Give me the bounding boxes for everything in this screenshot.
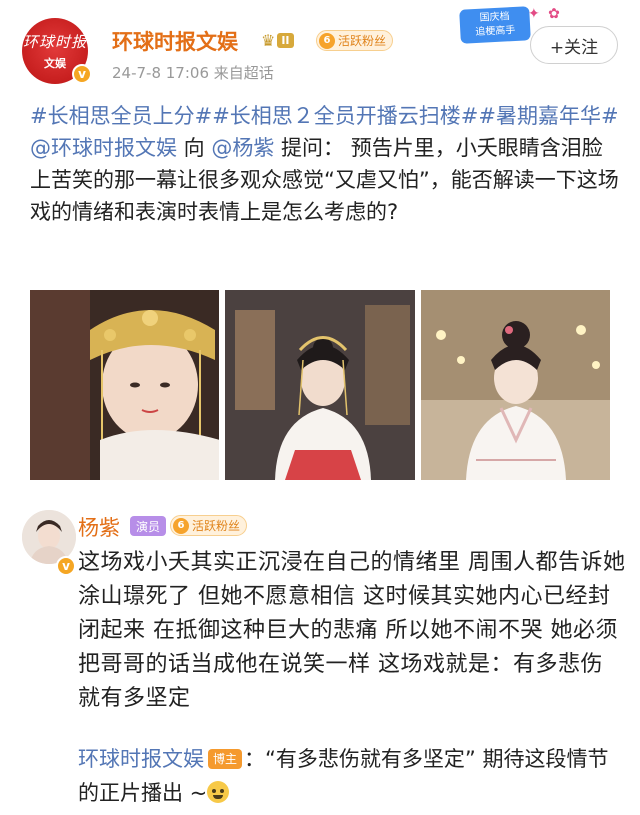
avatar-logo-text: 环球时报 <box>22 33 87 51</box>
author-name[interactable]: 环球时报文娱 <box>112 26 238 56</box>
crown-icon: ♛ <box>261 30 276 50</box>
emoji-icon <box>207 781 230 803</box>
fan-badge-label: 活跃粉丝 <box>192 519 241 533</box>
fan-badge[interactable]: 6 活跃粉丝 <box>316 30 394 51</box>
reply-author-name[interactable]: 杨紫 <box>78 512 120 542</box>
topic-tag[interactable]: #长相思２全员开播云扫楼# <box>212 104 478 128</box>
holiday-sticker[interactable]: 国庆档 追梗高手 <box>459 6 531 44</box>
mention-author[interactable]: @环球时报文娱 <box>30 136 177 160</box>
post-timestamp: 24-7-8 17:06 <box>112 64 209 82</box>
blogger-badge: 博主 <box>208 749 243 769</box>
post-header: 环球时报 文娱 v 环球时报文娱 ♛ II 6 活跃粉丝 24-7-8 17:0… <box>0 0 640 92</box>
verify-icon: v <box>56 556 76 576</box>
reply-text: 这场戏小夭其实正沉浸在自己的情绪里 周围人都告诉她涂山璟死了 但她不愿意相信 这… <box>78 550 626 711</box>
post-body: #长相思全员上分##长相思２全员开播云扫楼##暑期嘉年华# @环球时报文娱 向 … <box>30 100 620 228</box>
fan-level-icon: 6 <box>173 517 189 534</box>
sticker-decoration-icon: ✦ ✿ <box>528 6 562 22</box>
reply-item: v 杨紫 演员 6 活跃粉丝 这场戏小夭其实正沉浸在自己的情绪里 周围人都告诉她… <box>0 500 640 730</box>
fan-level-icon: 6 <box>319 32 335 49</box>
post-image-2[interactable] <box>225 290 415 480</box>
avatar-logo-subtext: 文娱 <box>44 57 66 70</box>
mention-target[interactable]: @杨紫 <box>211 136 274 160</box>
crown-level: II <box>277 32 294 48</box>
post-meta: 24-7-8 17:06 来自超话 <box>112 62 274 83</box>
image-grid <box>30 290 610 480</box>
verify-icon: v <box>72 64 92 84</box>
to-word: 向 <box>177 136 205 160</box>
role-badge: 演员 <box>130 516 167 536</box>
post-image-3[interactable] <box>420 290 610 480</box>
post-source: 来自超话 <box>213 64 274 82</box>
post-image-1[interactable] <box>30 290 220 480</box>
topic-tag[interactable]: #暑期嘉年华# <box>478 104 618 128</box>
topic-tag[interactable]: #长相思全员上分# <box>30 104 212 128</box>
fan-badge[interactable]: 6 活跃粉丝 <box>170 515 248 536</box>
fan-badge-label: 活跃粉丝 <box>338 34 387 48</box>
sticker-line2: 追梗高手 <box>475 24 516 39</box>
sub-reply: 环球时报文娱 博主 ：“有多悲伤就有多坚定” 期待这段情节的正片播出 ~ <box>78 742 628 810</box>
crown-badge[interactable]: ♛ II <box>256 30 299 50</box>
sub-reply-author[interactable]: 环球时报文娱 <box>78 747 204 771</box>
follow-button[interactable]: +关注 <box>530 26 618 64</box>
